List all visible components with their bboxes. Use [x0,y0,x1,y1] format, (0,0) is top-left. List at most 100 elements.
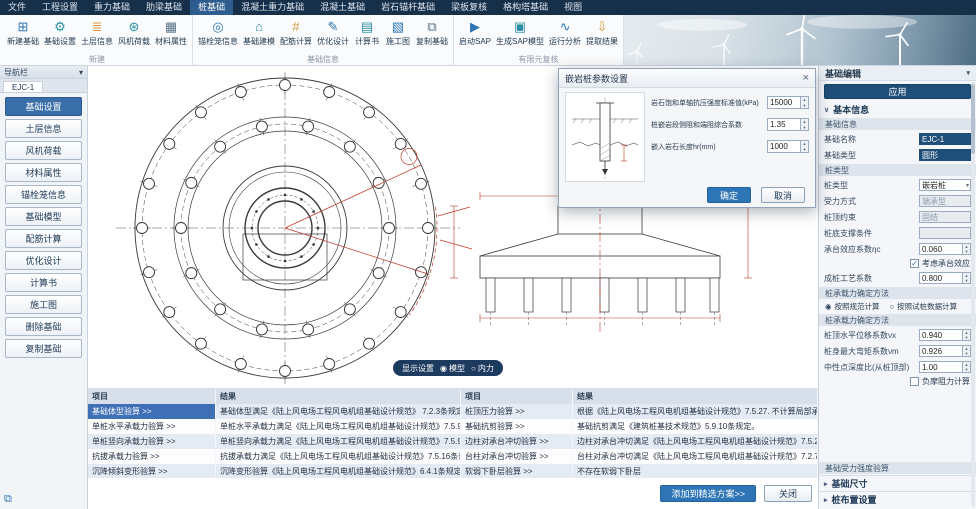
scrollbar-thumb[interactable] [971,84,975,154]
spinner-control[interactable]: ▲▼ [962,273,970,283]
menu-item-rib-beam-foundation[interactable]: 肋梁基础 [138,0,190,15]
sidebar-item-optimize-design[interactable]: 优化设计 [5,251,82,270]
sidebar-item-anchor-cage[interactable]: 锚栓笼信息 [5,185,82,204]
spinner-control[interactable]: ▲▼ [800,97,808,108]
cap-effect-coef-input[interactable]: 0.060▲▼ [919,243,971,255]
table-row: 单桩水平承载力验算 >> 单桩水平承载力满足《陆上风电场工程风电机组基础设计规范… [88,419,818,434]
optimize-design-button[interactable]: ✎优化设计 [315,17,351,48]
tab-ejc-1[interactable]: EJC-1 [3,81,43,92]
sidebar-item-turbine-load[interactable]: 风机荷载 [5,141,82,160]
radio-test-pile[interactable]: ○ [890,302,895,311]
sidebar-item-calc-report[interactable]: 计算书 [5,273,82,292]
foundation-name-input[interactable]: EJC-1 [919,133,971,145]
foundation-settings-button[interactable]: ⚙基础设置 [42,17,78,48]
foundation-modeling-button[interactable]: ⌂基础建模 [241,17,277,48]
turbine-load-icon: ⊛ [126,18,143,35]
pile-type-dropdown[interactable]: 嵌岩桩▾ [919,179,971,191]
check-item-link[interactable]: 台柱对承台冲切验算 >> [461,449,573,464]
neutral-point-ratio-input[interactable]: 1.00▲▼ [919,361,971,373]
launch-sap-button[interactable]: ▶启动SAP [457,17,493,48]
menu-item-pile-foundation[interactable]: 桩基础 [190,0,233,15]
new-foundation-button[interactable]: ⊞新建基础 [5,17,41,48]
check-item-link[interactable]: 桩顶压力验算 >> [461,404,573,419]
corner-files-icon[interactable]: ⧉ [4,493,12,506]
check-item-link[interactable]: 基础体型验算 >> [88,404,216,419]
spinner-control[interactable]: ▲▼ [800,119,808,130]
sidebar-item-construction-drawing[interactable]: 施工图 [5,295,82,314]
cap-effect-checkbox[interactable]: ✓ [910,259,919,268]
turbine-load-button[interactable]: ⊛风机荷载 [116,17,152,48]
menu-item-concrete-gravity-foundation[interactable]: 混凝土重力基础 [233,0,312,15]
add-to-scheme-button[interactable]: 添加到精选方案>> [660,485,756,502]
anchor-cage-info-button[interactable]: ◎锚栓笼信息 [196,17,240,48]
check-item-link[interactable]: 软弱下卧层验算 >> [461,464,573,479]
sidebar-item-foundation-settings[interactable]: 基础设置 [5,97,82,116]
pile-craft-coef-input[interactable]: 0.800▲▼ [919,272,971,284]
apply-button[interactable]: 应用 [824,84,971,99]
field-pile-type: 桩类型 嵌岩桩▾ [819,177,976,193]
construction-drawing-button[interactable]: ▧施工图 [383,17,413,48]
menu-item-project-settings[interactable]: 工程设置 [34,0,86,15]
socket-coef-input[interactable]: 1.35▲▼ [767,118,809,131]
materials-icon: ▦ [163,18,180,35]
sidebar-item-delete-foundation[interactable]: 删除基础 [5,317,82,336]
check-item-link[interactable]: 沉降倾斜变形验算 >> [88,464,216,479]
sidebar-item-material-props[interactable]: 材料属性 [5,163,82,182]
menu-item-view[interactable]: 视图 [556,0,590,15]
menu-item-lattice-tower-foundation[interactable]: 格构塔基础 [495,0,556,15]
foundation-type-input[interactable]: 圆形 [919,149,971,161]
menu-item-gravity-foundation[interactable]: 重力基础 [86,0,138,15]
menu-item-concrete-foundation[interactable]: 混凝土基础 [312,0,373,15]
collapse-icon[interactable]: ▾ [79,68,83,77]
field-foundation-type: 基础类型 圆形 [819,147,976,163]
rock-strength-input[interactable]: 15000▲▼ [767,96,809,109]
rebar-calc-button[interactable]: #配筋计算 [278,17,314,48]
spinner-control[interactable]: ▲▼ [962,346,970,356]
check-item-link[interactable]: 单桩水平承载力验算 >> [88,419,216,434]
close-button[interactable]: 关闭 [764,485,812,502]
check-item-link[interactable]: 基础抗剪验算 >> [461,419,573,434]
check-item-link[interactable]: 抗拔承载力验算 >> [88,449,216,464]
display-mode-model[interactable]: ◉模型 [440,363,465,374]
section-pile-layout[interactable]: ▸桩布置设置 [819,491,976,507]
menu-item-slab-beam-review[interactable]: 梁板复核 [443,0,495,15]
extract-results-button[interactable]: ⇩提取结果 [584,17,620,48]
dialog-close-icon[interactable]: × [803,72,809,84]
panel-scrollbar[interactable] [971,82,975,507]
check-item-link[interactable]: 边柱对承台冲切验算 >> [461,434,573,449]
check-item-link[interactable]: 单桩竖向承载力验算 >> [88,434,216,449]
menu-bar: 文件 工程设置 重力基础 肋梁基础 桩基础 混凝土重力基础 混凝土基础 岩石锚杆… [0,0,976,15]
display-mode-forces[interactable]: ○内力 [471,363,494,374]
material-props-button[interactable]: ▦材料属性 [153,17,189,48]
menu-item-file[interactable]: 文件 [0,0,34,15]
section-foundation-size[interactable]: ▸基础尺寸 [819,475,976,491]
negative-friction-checkbox[interactable] [910,377,919,386]
soil-info-button[interactable]: ≣土层信息 [79,17,115,48]
sidebar-item-soil-info[interactable]: 土层信息 [5,119,82,138]
radio-code-calc[interactable]: ◉ [825,302,832,311]
copy-foundation-button[interactable]: ⧉复制基础 [414,17,450,48]
field-label: 中性点深度比(从桩顶部) [824,362,909,373]
calc-report-button[interactable]: ▤计算书 [352,17,382,48]
spinner-control[interactable]: ▲▼ [962,244,970,254]
chevron-down-icon[interactable]: ▾ [966,69,970,77]
checkbox-label: 考虑承台效应 [922,258,970,269]
ribbon-button-label: 启动SAP [459,36,491,47]
horizontal-disp-coef-input[interactable]: 0.940▲▼ [919,329,971,341]
ok-button[interactable]: 确定 [707,187,751,203]
column-header: 结果 [573,389,818,404]
generate-sap-model-button[interactable]: ▣生成SAP模型 [494,17,546,48]
section-basic-info[interactable]: ∨基本信息 [819,102,976,117]
sidebar-item-rebar-calc[interactable]: 配筋计算 [5,229,82,248]
field-label: 桩身最大弯矩系数νm [824,346,899,357]
sidebar-item-foundation-model[interactable]: 基础模型 [5,207,82,226]
max-moment-coef-input[interactable]: 0.926▲▼ [919,345,971,357]
spinner-control[interactable]: ▲▼ [800,141,808,152]
spinner-control[interactable]: ▲▼ [962,330,970,340]
run-analysis-button[interactable]: ∿运行分析 [547,17,583,48]
cancel-button[interactable]: 取消 [761,187,805,203]
sidebar-item-copy-foundation[interactable]: 复制基础 [5,339,82,358]
socket-length-input[interactable]: 1000▲▼ [767,140,809,153]
menu-item-rock-anchor-foundation[interactable]: 岩石锚杆基础 [373,0,443,15]
spinner-control[interactable]: ▲▼ [962,362,970,372]
